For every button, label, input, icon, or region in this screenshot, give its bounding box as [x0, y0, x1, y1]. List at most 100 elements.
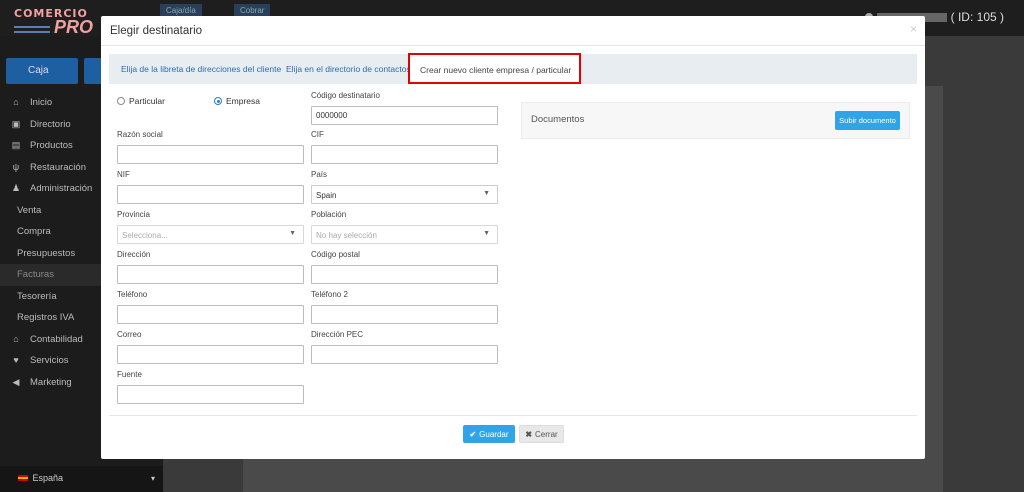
direccion-input[interactable] [117, 265, 304, 284]
provincia-placeholder: Selecciona... [122, 231, 168, 240]
sidebar-item-label: Servicios [30, 355, 69, 366]
user-id: ( ID: 105 ) [950, 10, 1004, 24]
razon-social-input[interactable] [117, 145, 304, 164]
client-type-radio-group: Particular Empresa [117, 96, 317, 110]
cancel-button-label: Cerrar [535, 429, 558, 439]
documents-panel: Documentos Subir documento [521, 102, 910, 139]
cif-label: CIF [311, 130, 324, 139]
provincia-select[interactable]: Selecciona... ▼ [117, 225, 304, 244]
poblacion-field: Población No hay selección ▼ [311, 210, 498, 244]
save-button-label: Guardar [479, 429, 509, 439]
close-icon[interactable]: × [910, 22, 917, 36]
heart-icon: ♥ [13, 355, 19, 365]
sidebar-item-label: Compra [17, 226, 51, 237]
cif-input[interactable] [311, 145, 498, 164]
sidebar-item-label: Facturas [17, 269, 54, 280]
save-button[interactable]: ✔ Guardar [463, 425, 515, 443]
sidebar-item-label: Venta [17, 204, 42, 216]
radio-empresa[interactable]: Empresa [214, 96, 260, 106]
recipient-modal: Elegir destinatario × Elija de la libret… [101, 16, 925, 459]
sidebar-item-label: Directorio [30, 118, 71, 130]
modal-tabs: Elija de la libreta de direcciones del c… [109, 53, 917, 84]
codigo-postal-label: Código postal [311, 250, 360, 259]
bank-icon: ⌂ [13, 333, 19, 344]
direccion-field: Dirección [117, 250, 304, 284]
nif-input[interactable] [117, 185, 304, 204]
megaphone-icon: ◀ [12, 376, 20, 387]
upload-document-button[interactable]: Subir documento [835, 111, 900, 130]
razon-social-field: Razón social [117, 130, 304, 164]
cif-field: CIF [311, 130, 498, 164]
caret-down-icon: ▾ [150, 474, 155, 483]
direccion-label: Dirección [117, 250, 151, 259]
sidebar-item-label: Presupuestos [17, 247, 76, 259]
correo-label: Correo [117, 330, 142, 339]
radio-empresa-circle-icon [214, 97, 222, 105]
contacts-icon: ▣ [11, 118, 21, 129]
pais-label: País [311, 170, 328, 179]
codigo-postal-field: Código postal [311, 250, 498, 284]
codigo-postal-input[interactable] [311, 265, 498, 284]
telefono2-label: Teléfono 2 [311, 290, 348, 299]
fuente-input[interactable] [117, 385, 304, 404]
direccion-pec-label: Dirección PEC [311, 330, 364, 339]
provincia-label: Provincia [117, 210, 150, 219]
flag-es-icon [18, 475, 28, 481]
poblacion-label: Población [311, 210, 347, 219]
provincia-field: Provincia Selecciona... ▼ [117, 210, 304, 244]
language-selector[interactable]: España ▾ [0, 466, 163, 492]
modal-header: Elegir destinatario × [101, 16, 925, 46]
correo-input[interactable] [117, 345, 304, 364]
radio-empresa-label: Empresa [226, 96, 261, 106]
sidebar-item-label: Registros IVA [17, 312, 75, 323]
home-icon: ⌂ [13, 97, 19, 107]
pais-field: País Spain ▼ [311, 170, 498, 204]
modal-footer: ✔ Guardar ✖ Cerrar [109, 415, 917, 459]
direccion-pec-input[interactable] [311, 345, 498, 364]
sidebar-item-label: Inicio [30, 97, 53, 108]
codigo-destinatario-label: Código destinatario [311, 91, 380, 100]
sidebar-item-label: Productos [30, 140, 73, 151]
language-label: España [32, 473, 64, 483]
radio-particular[interactable]: Particular [117, 96, 165, 106]
brand-logo: COMERCIO PRO [14, 7, 94, 38]
telefono2-input[interactable] [311, 305, 498, 324]
users-icon: ♟ [11, 183, 21, 193]
brand-bottom-text: PRO [54, 17, 94, 37]
codigo-destinatario-field: Código destinatario [311, 91, 498, 125]
check-icon: ✔ [469, 429, 477, 439]
razon-social-label: Razón social [117, 130, 163, 139]
caret-down-icon: ▼ [289, 230, 296, 237]
telefono2-field: Teléfono 2 [311, 290, 498, 324]
fork-knife-icon: ψ [12, 161, 20, 172]
tab-contact-directory[interactable]: Elija en el directorio de contactos [286, 54, 411, 84]
tab-address-book[interactable]: Elija de la libreta de direcciones del c… [121, 54, 281, 84]
fuente-label: Fuente [117, 370, 142, 379]
pais-value: Spain [316, 191, 337, 200]
sidebar-item-label: Marketing [30, 376, 72, 388]
sidebar-item-label: Restauración [30, 161, 86, 173]
fuente-field: Fuente [117, 370, 304, 404]
documents-title: Documentos [531, 114, 585, 125]
nif-field: NIF [117, 170, 304, 204]
codigo-destinatario-input[interactable] [311, 106, 498, 125]
box-icon: ▤ [11, 140, 21, 150]
correo-field: Correo [117, 330, 304, 364]
telefono-input[interactable] [117, 305, 304, 324]
caja-button-label: Caja [28, 65, 49, 76]
poblacion-placeholder: No hay selección [316, 231, 377, 240]
poblacion-select[interactable]: No hay selección ▼ [311, 225, 498, 244]
close-icon: ✖ [525, 429, 533, 439]
telefono-field: Teléfono [117, 290, 304, 324]
sidebar-item-label: Administración [30, 183, 93, 194]
cancel-button[interactable]: ✖ Cerrar [519, 425, 564, 443]
sidebar-item-label: Tesorería [17, 290, 57, 302]
telefono-label: Teléfono [117, 290, 148, 299]
radio-particular-label: Particular [129, 96, 165, 106]
radio-particular-circle-icon [117, 97, 125, 105]
direccion-pec-field: Dirección PEC [311, 330, 498, 364]
sidebar-item-label: Contabilidad [30, 333, 83, 345]
tab-create-new-client[interactable]: Crear nuevo cliente empresa / particular [408, 53, 582, 84]
caja-button[interactable]: Caja [6, 58, 78, 84]
pais-select[interactable]: Spain ▼ [311, 185, 498, 204]
